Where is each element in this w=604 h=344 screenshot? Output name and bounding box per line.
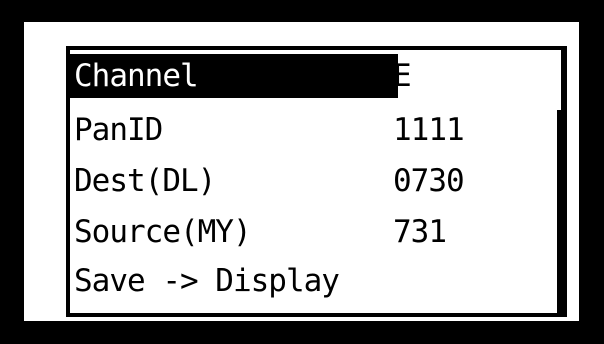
menu-item-channel[interactable]: Channel E [70, 54, 570, 98]
menu-item-label: Channel [74, 58, 199, 94]
menu-item-dest-dl[interactable]: Dest(DL) 0730 [70, 159, 570, 203]
menu-item-label: PanID [74, 112, 163, 148]
menu-item-label: Save -> Display [74, 263, 340, 299]
menu-item-label: Dest(DL) [74, 163, 216, 199]
menu-item-value: E [393, 58, 412, 94]
menu-item-save-display[interactable]: Save -> Display [70, 259, 570, 303]
menu-item-value: 0730 [393, 163, 465, 199]
menu-item-value: 1111 [393, 112, 465, 148]
lcd-screen: Channel E PanID 1111 Dest(DL) 0730 Sourc… [66, 46, 567, 317]
scrollbar-thumb[interactable] [557, 110, 561, 313]
scrollbar[interactable] [555, 50, 561, 313]
menu-item-source-my[interactable]: Source(MY) 731 [70, 210, 570, 254]
menu-item-label: Source(MY) [74, 214, 252, 250]
menu-item-value: 731 [393, 214, 447, 250]
menu-item-panid[interactable]: PanID 1111 [70, 108, 570, 152]
